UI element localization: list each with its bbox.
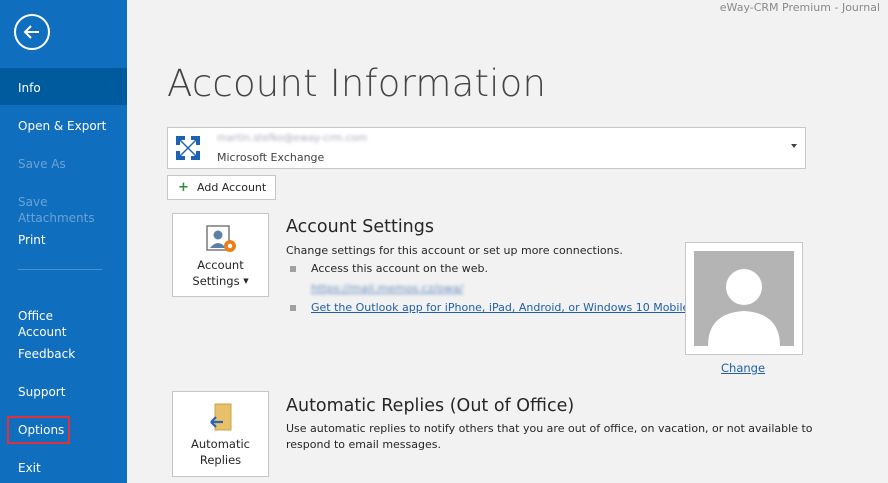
account-settings-button[interactable]: Account Settings ▼ xyxy=(172,213,269,297)
nav-separator xyxy=(18,269,102,270)
automatic-replies-heading: Automatic Replies (Out of Office) xyxy=(286,396,575,416)
access-web-text: Access this account on the web. xyxy=(311,262,489,275)
nav-support[interactable]: Support xyxy=(0,384,127,400)
account-settings-icon xyxy=(206,225,236,252)
back-button[interactable] xyxy=(14,14,50,50)
nav-feedback[interactable]: Feedback xyxy=(0,346,127,362)
profile-photo-frame xyxy=(685,242,803,355)
add-account-button[interactable]: + Add Account xyxy=(167,175,276,200)
chevron-down-icon[interactable] xyxy=(791,144,797,148)
account-settings-tile-label-2-text: Settings xyxy=(192,274,240,288)
plus-icon: + xyxy=(178,180,189,195)
dropdown-arrow-icon: ▼ xyxy=(243,277,249,285)
exchange-logo-icon xyxy=(174,134,202,162)
options-highlight-box xyxy=(7,416,70,444)
change-photo-link[interactable]: Change xyxy=(721,361,765,375)
add-account-label: Add Account xyxy=(197,181,267,194)
account-settings-tile-label-1: Account xyxy=(197,258,244,272)
automatic-replies-description-2: respond to email messages. xyxy=(286,438,441,451)
account-selector[interactable]: martin.stefko@eway-crm.com Microsoft Exc… xyxy=(167,127,806,169)
automatic-replies-tile-label-2: Replies xyxy=(199,453,242,467)
nav-office-account[interactable]: Office Account xyxy=(0,292,127,340)
account-email: martin.stefko@eway-crm.com xyxy=(217,133,368,144)
account-type: Microsoft Exchange xyxy=(217,151,325,164)
nav-open-export[interactable]: Open & Export xyxy=(0,118,127,134)
app-title: eWay-CRM Premium - Journal xyxy=(719,1,880,14)
bullet-icon xyxy=(290,266,296,272)
nav-save-as-label: Save As xyxy=(18,157,66,171)
nav-office-account-label: Office Account xyxy=(18,309,67,339)
nav-save-attachments-label: Save Attachments xyxy=(18,195,95,225)
backstage-sidebar: Info Open & Export Save As Save Attachme… xyxy=(0,0,127,483)
automatic-replies-button[interactable]: Automatic Replies xyxy=(172,391,269,477)
nav-save-as[interactable]: Save As xyxy=(0,156,127,172)
profile-photo xyxy=(694,251,794,346)
nav-print-label: Print xyxy=(18,233,46,247)
outlook-app-link[interactable]: Get the Outlook app for iPhone, iPad, An… xyxy=(311,301,693,314)
automatic-replies-tile-label-1: Automatic xyxy=(191,437,250,451)
owa-link[interactable]: https://mail.memos.cz/owa/ xyxy=(311,282,463,295)
automatic-replies-description-1: Use automatic replies to notify others t… xyxy=(286,422,813,435)
nav-info[interactable]: Info xyxy=(0,68,127,105)
page-title: Account Information xyxy=(167,62,547,105)
automatic-replies-icon xyxy=(210,403,232,431)
account-settings-heading: Account Settings xyxy=(286,217,434,237)
nav-open-export-label: Open & Export xyxy=(18,119,107,133)
bullet-icon xyxy=(290,305,296,311)
person-placeholder-icon xyxy=(708,269,780,346)
nav-support-label: Support xyxy=(18,385,66,399)
nav-feedback-label: Feedback xyxy=(18,347,76,361)
nav-print[interactable]: Print xyxy=(0,232,127,248)
arrow-left-icon xyxy=(23,25,39,39)
nav-save-attachments[interactable]: Save Attachments xyxy=(0,194,127,226)
account-settings-description: Change settings for this account or set … xyxy=(286,244,623,257)
nav-info-label: Info xyxy=(18,81,41,95)
account-settings-tile-label-2: Settings ▼ xyxy=(173,274,268,289)
nav-exit-label: Exit xyxy=(18,461,41,475)
nav-exit[interactable]: Exit xyxy=(0,460,127,476)
